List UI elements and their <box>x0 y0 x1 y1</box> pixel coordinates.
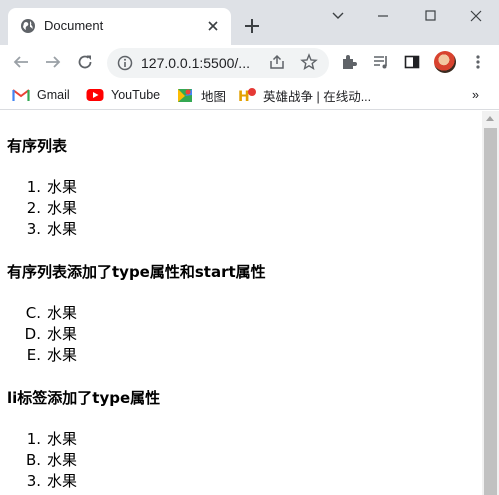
list-item: 3. 水果 <box>0 219 77 240</box>
bookmark-label: Gmail <box>37 88 70 102</box>
list-item-text: 水果 <box>47 325 78 343</box>
list-item-text: 水果 <box>47 430 78 448</box>
scrollbar-thumb[interactable] <box>484 128 497 495</box>
globe-icon <box>21 19 35 33</box>
list-item: 2. 水果 <box>0 198 77 219</box>
list-item: D. 水果 <box>0 324 77 345</box>
list-item-text: 水果 <box>47 472 78 490</box>
ordered-list: 1. 水果 2. 水果 3. 水果 <box>0 177 77 240</box>
list-item-text: 水果 <box>47 220 78 238</box>
page-content: 有序列表 1. 水果 2. 水果 3. 水果 有序列表添加了type属性和start属… <box>0 111 482 495</box>
svg-text:H: H <box>238 89 250 103</box>
ordered-list: 1. 水果 B. 水果 3. 水果 <box>0 429 77 492</box>
list-item-text: 水果 <box>47 346 78 364</box>
game-site-icon: H <box>238 88 256 103</box>
scroll-up-arrow-icon[interactable] <box>486 116 494 121</box>
list-marker: 2. <box>26 199 41 217</box>
list-item-text: 水果 <box>47 304 78 322</box>
close-window-icon[interactable] <box>466 8 486 24</box>
list-item: 1. 水果 <box>0 429 77 450</box>
section-heading: 有序列表添加了type属性和start属性 <box>7 263 266 281</box>
list-item: 1. 水果 <box>0 177 77 198</box>
maximize-icon[interactable] <box>420 8 440 24</box>
list-item-text: 水果 <box>47 199 78 217</box>
extensions-icon[interactable] <box>340 53 358 71</box>
section-heading: 有序列表 <box>7 137 68 155</box>
side-panel-icon[interactable] <box>403 53 421 71</box>
list-marker: 3. <box>26 220 41 238</box>
list-item: C. 水果 <box>0 303 77 324</box>
forward-arrow-icon[interactable] <box>44 53 62 71</box>
minimize-icon[interactable] <box>373 8 393 24</box>
youtube-icon <box>86 89 104 101</box>
profile-avatar[interactable] <box>434 51 456 73</box>
bookmark-game-site[interactable]: H 英雄战争 | 在线动... <box>238 85 371 105</box>
tab-search-chevron-icon[interactable] <box>328 8 348 24</box>
bookmark-maps[interactable]: 地图 <box>176 85 226 105</box>
list-item-text: 水果 <box>47 178 78 196</box>
list-marker: C. <box>25 304 41 322</box>
site-info-icon[interactable] <box>117 55 133 71</box>
gmail-icon <box>12 89 30 101</box>
bookmark-youtube[interactable]: YouTube <box>86 85 160 105</box>
maps-icon <box>178 89 192 102</box>
list-item: B. 水果 <box>0 450 77 471</box>
back-arrow-icon[interactable] <box>12 53 30 71</box>
list-item: E. 水果 <box>0 345 77 366</box>
url-text: 127.0.0.1:5500/... <box>141 55 250 71</box>
close-tab-icon[interactable] <box>204 17 222 35</box>
list-marker: D. <box>24 325 41 343</box>
list-item-text: 水果 <box>47 451 78 469</box>
media-control-icon[interactable] <box>372 53 390 71</box>
bookmark-label: 英雄战争 | 在线动... <box>263 89 372 104</box>
browser-toolbar: 127.0.0.1:5500/... <box>0 45 499 80</box>
list-marker: 3. <box>26 472 41 490</box>
list-marker: 1. <box>26 430 41 448</box>
bookmark-star-icon[interactable] <box>300 53 318 71</box>
new-tab-icon[interactable] <box>243 17 261 35</box>
bookmarks-bar: Gmail YouTube 地图 H 英雄战争 | 在线动... » <box>0 80 499 110</box>
ordered-list: C. 水果 D. 水果 E. 水果 <box>0 303 77 366</box>
browser-tab[interactable]: Document <box>8 8 231 45</box>
bookmark-label: YouTube <box>111 88 161 102</box>
list-marker: 1. <box>26 178 41 196</box>
list-item: 3. 水果 <box>0 471 77 492</box>
vertical-scrollbar[interactable] <box>482 111 499 495</box>
more-bookmarks-button[interactable]: » <box>472 85 479 105</box>
bookmark-label: 地图 <box>201 89 227 104</box>
kebab-menu-icon[interactable] <box>469 53 487 71</box>
section-heading: li标签添加了type属性 <box>7 389 161 407</box>
browser-titlebar: Document <box>0 0 499 45</box>
bookmark-gmail[interactable]: Gmail <box>12 85 70 105</box>
tab-title: Document <box>44 18 104 33</box>
list-marker: B. <box>25 451 41 469</box>
chevron-double-right-icon: » <box>472 88 479 102</box>
list-marker: E. <box>26 346 41 364</box>
address-bar[interactable]: 127.0.0.1:5500/... <box>107 48 329 78</box>
reload-icon[interactable] <box>76 53 94 71</box>
share-icon[interactable] <box>268 53 286 71</box>
